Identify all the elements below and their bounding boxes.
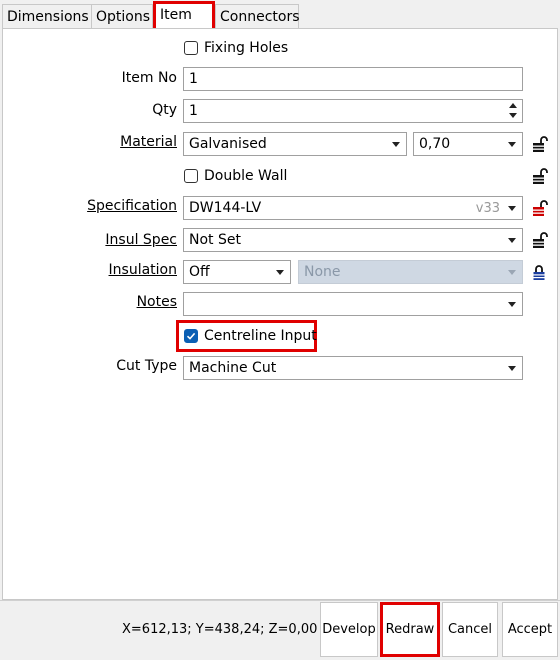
insulation-type-select: None [298, 260, 523, 284]
tab-options[interactable]: Options [91, 4, 153, 28]
fixing-holes-checkbox[interactable]: Fixing Holes [184, 38, 288, 58]
notes-label[interactable]: Notes [137, 292, 177, 312]
specification-value: DW144-LV [189, 200, 262, 216]
spin-down-icon[interactable] [509, 113, 517, 118]
cancel-button[interactable]: Cancel [442, 602, 498, 657]
centreline-input-label: Centreline Input [204, 328, 317, 344]
checkmark-icon [186, 332, 196, 340]
material-label[interactable]: Material [120, 132, 177, 152]
chevron-down-icon[interactable] [505, 137, 519, 151]
lock-open-icon[interactable] [532, 168, 550, 186]
specification-label[interactable]: Specification [87, 196, 177, 216]
chevron-down-icon[interactable] [273, 265, 287, 279]
cut-type-value: Machine Cut [189, 360, 277, 376]
lock-closed-icon[interactable] [532, 264, 550, 282]
specification-version: v33 [475, 201, 500, 216]
redraw-button[interactable]: Redraw [380, 602, 440, 657]
item-no-input[interactable]: 1 [183, 67, 523, 91]
qty-spin-buttons[interactable] [506, 101, 520, 121]
lock-open-icon[interactable] [532, 136, 550, 154]
item-no-value: 1 [189, 71, 198, 87]
fixing-holes-box[interactable] [184, 41, 198, 55]
chevron-down-icon [505, 265, 519, 279]
coordinates-readout: X=612,13; Y=438,24; Z=0,00 [122, 622, 318, 637]
qty-label: Qty [152, 102, 177, 118]
thickness-value: 0,70 [419, 136, 451, 152]
thickness-select[interactable]: 0,70 [413, 132, 523, 156]
insulation-select[interactable]: Off [183, 260, 291, 284]
double-wall-checkbox[interactable]: Double Wall [184, 166, 287, 186]
lock-open-red-icon[interactable] [532, 200, 550, 218]
specification-select[interactable]: DW144-LV v33 [183, 196, 523, 220]
qty-stepper[interactable]: 1 [183, 99, 523, 123]
tab-connectors[interactable]: Connectors [215, 4, 300, 28]
accept-button[interactable]: Accept [502, 602, 558, 657]
notes-select[interactable] [183, 292, 523, 316]
qty-value: 1 [189, 103, 198, 119]
chevron-down-icon[interactable] [389, 137, 403, 151]
spin-up-icon[interactable] [509, 103, 517, 108]
cut-type-label: Cut Type [116, 358, 177, 374]
material-value: Galvanised [189, 136, 267, 152]
tab-dimensions[interactable]: Dimensions [2, 4, 92, 28]
item-no-label: Item No [121, 70, 177, 86]
centreline-input-box[interactable] [184, 329, 198, 343]
centreline-input-checkbox[interactable]: Centreline Input [184, 326, 317, 346]
insulation-type-value: None [304, 264, 341, 280]
insul-spec-select[interactable]: Not Set [183, 228, 523, 252]
tab-bar: Dimensions Options Item Connectors [0, 0, 560, 29]
tab-item[interactable]: Item [153, 1, 215, 29]
develop-button[interactable]: Develop [320, 602, 378, 657]
chevron-down-icon[interactable] [505, 233, 519, 247]
insul-spec-label[interactable]: Insul Spec [105, 230, 177, 250]
chevron-down-icon[interactable] [505, 297, 519, 311]
fixing-holes-label: Fixing Holes [204, 40, 289, 56]
insulation-label[interactable]: Insulation [109, 260, 177, 280]
insul-spec-value: Not Set [189, 232, 241, 248]
chevron-down-icon[interactable] [505, 201, 519, 215]
double-wall-label: Double Wall [204, 168, 288, 184]
lock-open-icon[interactable] [532, 232, 550, 250]
chevron-down-icon[interactable] [505, 361, 519, 375]
material-select[interactable]: Galvanised [183, 132, 407, 156]
cut-type-select[interactable]: Machine Cut [183, 356, 523, 380]
double-wall-box[interactable] [184, 169, 198, 183]
insulation-value: Off [189, 264, 210, 280]
